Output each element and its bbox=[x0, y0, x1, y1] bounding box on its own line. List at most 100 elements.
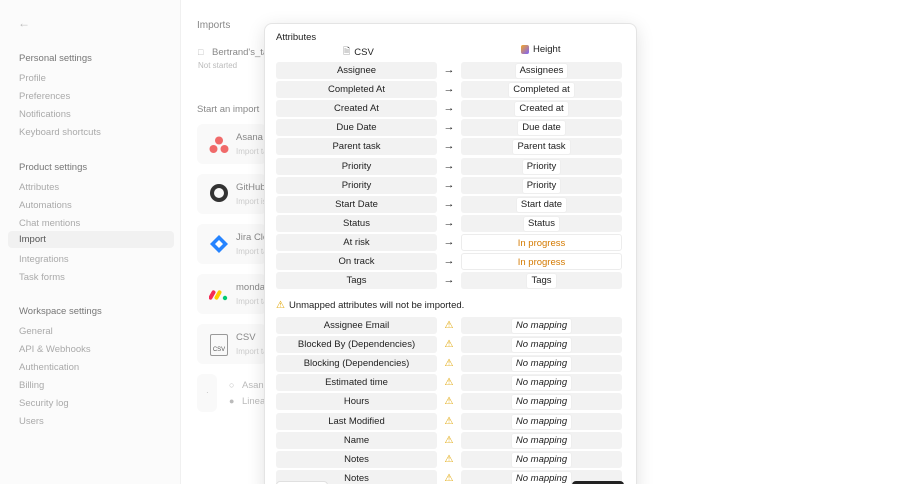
sidebar-item-automations[interactable]: Automations bbox=[19, 200, 72, 211]
csv-field: Start Date bbox=[276, 195, 437, 213]
height-field-select[interactable]: Priority bbox=[461, 157, 622, 175]
attribute-mapping-modal: Attributes 🗎 CSV Height Assignee → Assigne… bbox=[264, 23, 637, 484]
card-sub-csv: Import ta bbox=[236, 347, 268, 356]
card-sub-github: Import is bbox=[236, 197, 267, 206]
height-field-value: Parent task bbox=[512, 139, 571, 156]
height-field-select[interactable]: Parent task bbox=[461, 138, 622, 156]
height-field-select[interactable]: No mapping bbox=[461, 412, 622, 430]
warning-icon: ⚠ bbox=[444, 434, 454, 446]
height-field-select[interactable]: Status bbox=[461, 214, 622, 232]
warning-icon: ⚠ bbox=[444, 377, 454, 389]
file-icon: □ bbox=[198, 47, 204, 57]
height-field-select[interactable]: No mapping bbox=[461, 355, 622, 373]
height-field-value: Due date bbox=[517, 120, 566, 137]
arrow-right-icon: → bbox=[443, 197, 455, 210]
workspace-settings-title: Workspace settings bbox=[19, 306, 102, 317]
import-card-github[interactable] bbox=[197, 174, 267, 214]
sidebar-item-preferences[interactable]: Preferences bbox=[19, 91, 70, 102]
warning-icon: ⚠ bbox=[444, 339, 454, 351]
height-field-select[interactable]: No mapping bbox=[461, 431, 622, 449]
arrow-right-icon: → bbox=[443, 235, 455, 248]
height-field-select[interactable]: In progress bbox=[461, 233, 622, 251]
import-card-monday[interactable] bbox=[197, 274, 267, 314]
personal-settings-title: Personal settings bbox=[19, 53, 92, 64]
arrow-right-icon: → bbox=[443, 83, 455, 96]
more-source-icon-2: ● bbox=[229, 396, 235, 406]
mapped-row: At risk → In progress bbox=[276, 233, 622, 251]
start-import-title: Start an import bbox=[197, 104, 260, 115]
warning-icon: ⚠ bbox=[444, 396, 454, 408]
csv-file-icon: 🗎 bbox=[343, 46, 351, 56]
height-field-select[interactable]: Start date bbox=[461, 195, 622, 213]
sidebar-item-api-webhooks[interactable]: API & Webhooks bbox=[19, 344, 91, 355]
sidebar-item-security-log[interactable]: Security log bbox=[19, 398, 69, 409]
csv-field: Name bbox=[276, 431, 437, 449]
height-field-select[interactable]: Completed at bbox=[461, 81, 622, 99]
sidebar-item-attributes[interactable]: Attributes bbox=[19, 182, 59, 193]
height-field-select[interactable]: No mapping bbox=[461, 336, 622, 354]
csv-field: Priority bbox=[276, 176, 437, 194]
more-source-linear: Linea bbox=[242, 396, 266, 407]
height-field-select[interactable]: No mapping bbox=[461, 393, 622, 411]
more-source-asana: Asan bbox=[242, 380, 264, 391]
height-field-select[interactable]: No mapping bbox=[461, 374, 622, 392]
height-field-value: Assignees bbox=[514, 63, 569, 79]
arrow-right-icon: → bbox=[443, 255, 455, 267]
sidebar-item-keyboard-shortcuts[interactable]: Keyboard shortcuts bbox=[19, 127, 101, 138]
csv-field: Estimated time bbox=[276, 374, 437, 392]
csv-field: Completed At bbox=[276, 81, 437, 99]
mapped-row: Start Date → Start date bbox=[276, 195, 622, 213]
sidebar-item-users[interactable]: Users bbox=[19, 416, 44, 427]
height-field-value: Tags bbox=[526, 273, 557, 290]
no-mapping-value: No mapping bbox=[510, 318, 573, 334]
sidebar-item-authentication[interactable]: Authentication bbox=[19, 362, 79, 373]
height-field-select[interactable]: In progress bbox=[461, 253, 622, 270]
more-source-icon-1: ○ bbox=[229, 380, 235, 390]
height-field-select[interactable]: No mapping bbox=[461, 450, 622, 468]
no-mapping-value: No mapping bbox=[510, 413, 573, 430]
no-mapping-value: No mapping bbox=[510, 470, 573, 484]
card-sub-jira: Import ta bbox=[236, 247, 268, 256]
unmapped-row: Hours ⚠ No mapping bbox=[276, 393, 622, 411]
import-card-csv[interactable] bbox=[197, 324, 267, 364]
csv-column-header: 🗎 CSV bbox=[343, 44, 374, 60]
warning-icon: ⚠ bbox=[444, 320, 454, 331]
csv-field: Notes bbox=[276, 450, 437, 468]
card-sub-asana: Import ta bbox=[236, 147, 268, 156]
csv-field: Assignee Email bbox=[276, 317, 437, 334]
csv-field: At risk bbox=[276, 233, 437, 251]
height-field-select[interactable]: Priority bbox=[461, 176, 622, 194]
csv-field: Priority bbox=[276, 157, 437, 175]
height-field-select[interactable]: Due date bbox=[461, 119, 622, 137]
unmapped-row: Estimated time ⚠ No mapping bbox=[276, 374, 622, 392]
mapped-row: Priority → Priority bbox=[276, 176, 622, 194]
height-field-select[interactable]: No mapping bbox=[461, 317, 622, 334]
unmapped-row: Notes ⚠ No mapping bbox=[276, 450, 622, 468]
height-field-select[interactable]: Assignees bbox=[461, 62, 622, 79]
sidebar-item-integrations[interactable]: Integrations bbox=[19, 254, 69, 265]
height-field-value: Status bbox=[523, 215, 560, 232]
height-field-select[interactable]: Tags bbox=[461, 272, 622, 290]
sidebar-item-task-forms[interactable]: Task forms bbox=[19, 272, 65, 283]
no-mapping-value: No mapping bbox=[510, 337, 573, 354]
sidebar-item-general[interactable]: General bbox=[19, 326, 53, 337]
sidebar-item-chat-mentions[interactable]: Chat mentions bbox=[19, 218, 80, 229]
import-card-asana[interactable] bbox=[197, 124, 267, 164]
csv-file-icon: CSV bbox=[210, 334, 228, 356]
mapped-row: Created At → Created at bbox=[276, 100, 622, 118]
height-field-value: In progress bbox=[517, 257, 566, 268]
more-dots-icon: · bbox=[206, 388, 209, 397]
back-arrow-icon[interactable]: ← bbox=[18, 16, 32, 30]
arrow-right-icon: → bbox=[443, 121, 455, 134]
sidebar-item-billing[interactable]: Billing bbox=[19, 380, 44, 391]
height-field-select[interactable]: Created at bbox=[461, 100, 622, 118]
import-card-jira[interactable] bbox=[197, 224, 267, 264]
sidebar-item-import[interactable]: Import bbox=[8, 231, 174, 248]
sidebar-item-profile[interactable]: Profile bbox=[19, 73, 46, 84]
mapped-row: Assignee → Assignees bbox=[276, 62, 622, 79]
csv-field: Blocked By (Dependencies) bbox=[276, 336, 437, 354]
csv-field: Due Date bbox=[276, 119, 437, 137]
import-file-name[interactable]: Bertrand's_ta bbox=[212, 47, 268, 58]
sidebar-item-notifications[interactable]: Notifications bbox=[19, 109, 71, 120]
height-field-value: Completed at bbox=[508, 82, 575, 99]
